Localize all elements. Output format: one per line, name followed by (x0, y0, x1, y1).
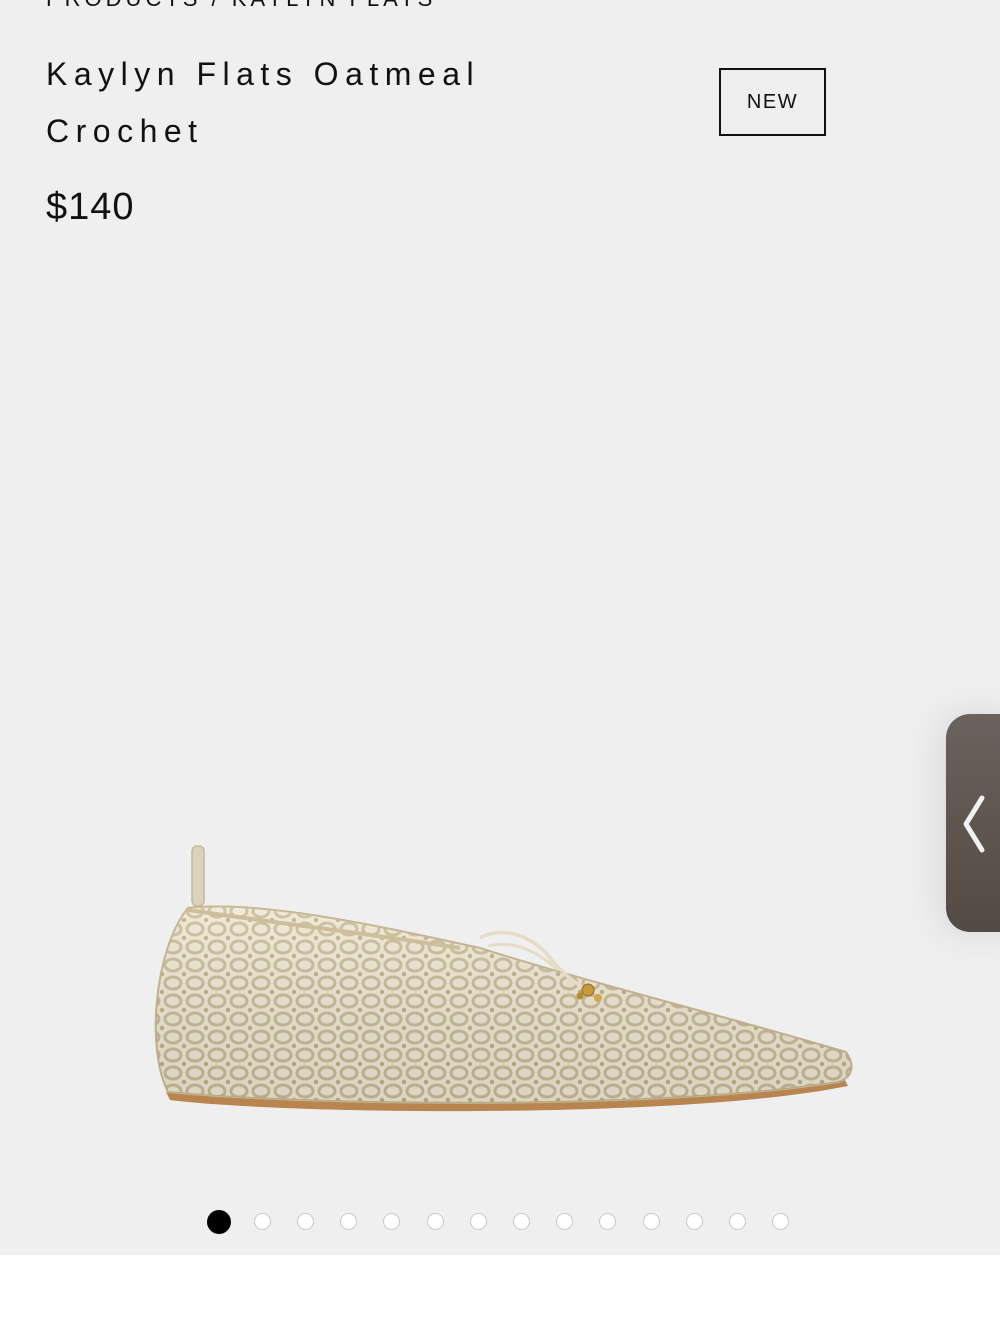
carousel-dot[interactable] (599, 1213, 617, 1230)
product-page: PRODUCTS / KAYLYN FLATS Kaylyn Flats Oat… (0, 0, 1000, 1333)
carousel-dot[interactable] (469, 1213, 487, 1230)
product-price: $140 (46, 186, 135, 228)
side-drawer-tab[interactable] (946, 714, 1000, 932)
carousel-dot[interactable] (253, 1213, 271, 1230)
carousel-dot[interactable] (383, 1213, 401, 1230)
breadcrumb[interactable]: PRODUCTS / KAYLYN FLATS (46, 0, 436, 12)
chevron-left-icon (963, 795, 985, 853)
carousel-dot[interactable] (340, 1213, 358, 1230)
heel-tab (191, 845, 205, 907)
carousel-dot[interactable] (728, 1213, 746, 1230)
product-gallery: PRODUCTS / KAYLYN FLATS Kaylyn Flats Oat… (0, 0, 1000, 1255)
carousel-dot[interactable] (556, 1213, 574, 1230)
carousel-dot[interactable] (426, 1213, 444, 1230)
carousel-dot[interactable] (296, 1213, 314, 1230)
new-badge: NEW (719, 68, 826, 136)
product-image[interactable] (140, 830, 860, 1120)
product-title: Kaylyn Flats Oatmeal Crochet (46, 56, 481, 149)
carousel-dot[interactable] (685, 1213, 703, 1230)
carousel-dot[interactable] (207, 1210, 231, 1234)
carousel-dot[interactable] (642, 1213, 660, 1230)
carousel-pagination (0, 1210, 1000, 1236)
carousel-dot[interactable] (512, 1213, 530, 1230)
gold-charm (581, 983, 595, 997)
carousel-dot[interactable] (772, 1213, 790, 1230)
page-below (0, 1255, 1000, 1333)
